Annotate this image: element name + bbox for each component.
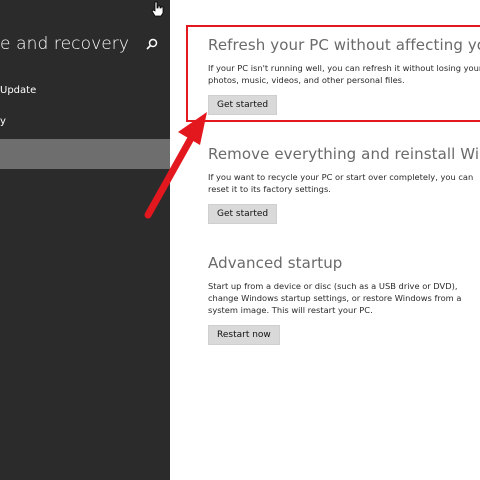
sidebar-item-recovery[interactable]: y — [0, 108, 170, 136]
section-description: Start up from a device or disc (such as … — [208, 281, 462, 315]
section-title: Remove everything and reinstall Windows — [208, 145, 480, 163]
restart-now-button[interactable]: Restart now — [208, 325, 280, 345]
sidebar-item-selected[interactable] — [0, 139, 170, 169]
section-title: Advanced startup — [208, 254, 343, 272]
section-advanced-startup: Advanced startup Start up from a device … — [208, 254, 480, 345]
highlight-box — [186, 25, 480, 122]
sidebar-title: e and recovery — [0, 34, 130, 54]
sidebar: e and recovery Update y — [0, 0, 170, 480]
sidebar-item-label: Update — [0, 85, 37, 96]
section-reset: Remove everything and reinstall Windows … — [208, 145, 480, 224]
sidebar-item-windows-update[interactable]: Update — [0, 77, 170, 105]
sidebar-item-label: y — [0, 116, 6, 127]
reset-get-started-button[interactable]: Get started — [208, 204, 278, 224]
hand-cursor-icon — [151, 1, 164, 17]
section-description: If you want to recycle your PC or start … — [208, 172, 474, 194]
search-icon[interactable] — [145, 37, 159, 51]
